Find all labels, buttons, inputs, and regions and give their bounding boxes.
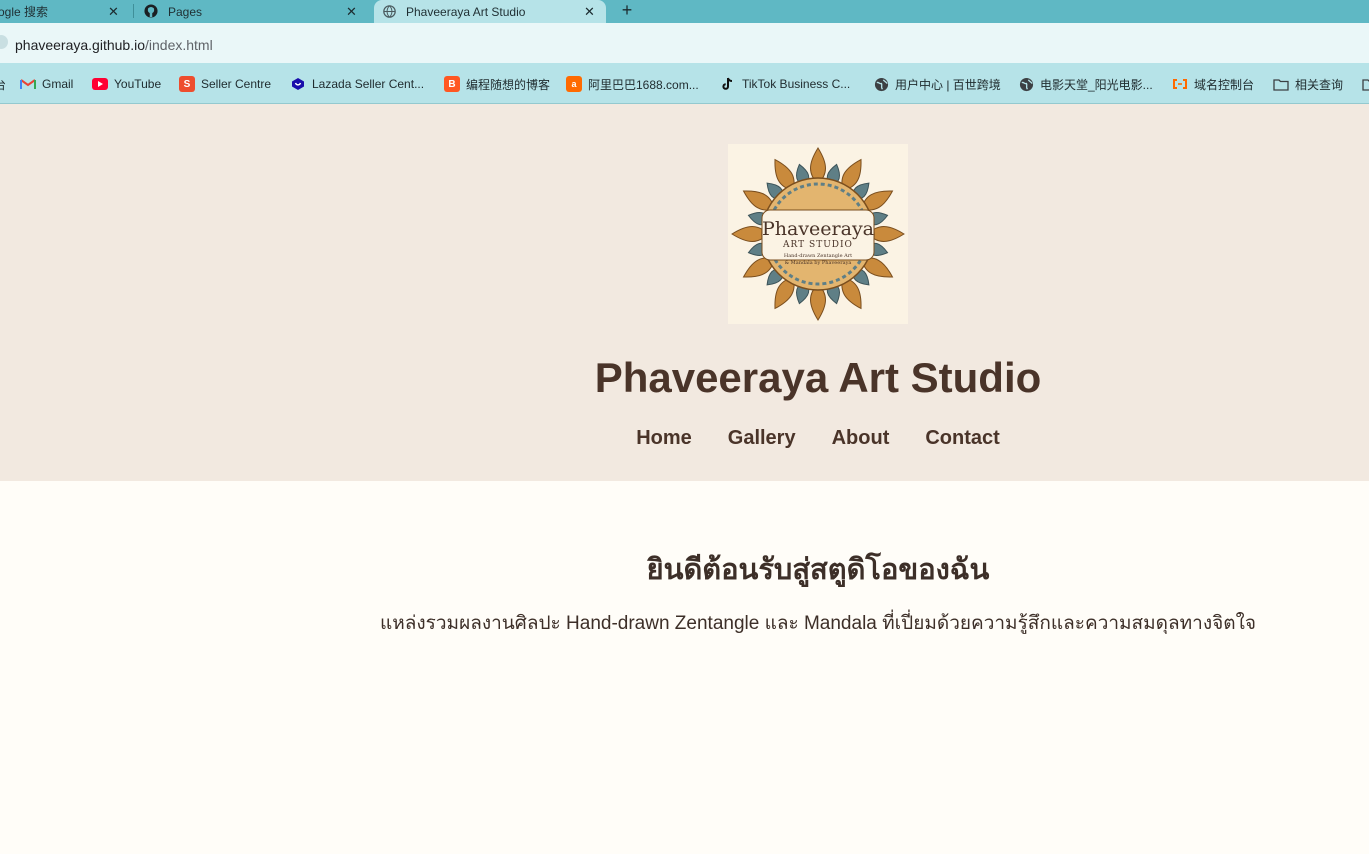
main-content: ยินดีต้อนรับสู่สตูดิโอของฉัน แหล่งรวมผลง…: [0, 481, 1369, 854]
bookmark-gmail[interactable]: Gmail: [20, 75, 73, 93]
globe-icon: [1018, 76, 1034, 92]
nav-home[interactable]: Home: [636, 427, 692, 450]
logo-title: Phaveeraya: [762, 218, 874, 240]
welcome-subtitle: แหล่งรวมผลงานศิลปะ Hand-drawn Zentangle …: [379, 613, 1257, 634]
lazada-icon: [290, 76, 306, 92]
bookmark-alibaba[interactable]: a 阿里巴巴1688.com...: [566, 75, 699, 93]
site-info-icon[interactable]: [0, 35, 8, 49]
globe-icon: [383, 5, 396, 18]
bookmark-blog[interactable]: B 编程随想的博客: [444, 75, 550, 93]
alibaba-icon: a: [566, 76, 582, 92]
bookmark-tiktok[interactable]: TikTok Business C...: [720, 75, 850, 93]
url-host: phaveeraya.github.io: [15, 37, 145, 53]
logo-subtitle: ART STUDIO: [782, 240, 853, 250]
main-nav: Home Gallery About Contact: [618, 427, 1018, 450]
aliyun-icon: [1172, 76, 1188, 92]
tab-title: ogle 搜索: [0, 5, 49, 19]
tab-phaveeraya-active[interactable]: Phaveeraya Art Studio ✕: [374, 0, 606, 23]
folder-icon: [1362, 76, 1369, 92]
bookmark-user-center[interactable]: 用户中心 | 百世跨境: [873, 75, 1001, 93]
bookmark-label: TikTok Business C...: [742, 77, 851, 91]
bookmark-label: Gmail: [42, 77, 74, 91]
bookmark-partial-icon[interactable]: 台: [0, 75, 6, 93]
logo-tagline-1: Hand-drawn Zentangle Art: [784, 253, 852, 259]
url-path: /index.html: [145, 37, 213, 53]
tab-pages[interactable]: Pages ✕: [136, 0, 370, 23]
bookmark-label: 用户中心 | 百世跨境: [895, 77, 1001, 92]
nav-gallery[interactable]: Gallery: [728, 427, 796, 450]
site-header: Phaveeraya ART STUDIO Hand-drawn Zentang…: [0, 104, 1369, 481]
bookmark-domain-console[interactable]: 域名控制台: [1172, 75, 1254, 93]
github-icon: [144, 4, 158, 18]
bookmark-label: Lazada Seller Cent...: [312, 77, 425, 91]
tab-divider: [133, 4, 134, 18]
bookmark-seller-centre[interactable]: S Seller Centre: [179, 75, 271, 93]
tab-title: Phaveeraya Art Studio: [406, 4, 526, 19]
bookmark-movie-heaven[interactable]: 电影天堂_阳光电影...: [1018, 75, 1153, 93]
site-title: Phaveeraya Art Studio: [594, 354, 1042, 401]
bookmark-overflow-folder[interactable]: [1362, 75, 1369, 93]
bookmark-label: 编程随想的博客: [466, 77, 551, 92]
globe-icon: [873, 76, 889, 92]
bookmark-label: 相关查询: [1295, 77, 1344, 92]
close-tab-icon[interactable]: ✕: [584, 4, 595, 20]
bookmark-folder-related[interactable]: 相关查询: [1273, 75, 1343, 93]
tab-title: Pages: [168, 4, 203, 19]
bookmark-youtube[interactable]: YouTube: [92, 75, 161, 93]
close-tab-icon[interactable]: ✕: [108, 4, 119, 20]
folder-icon: [1273, 76, 1289, 92]
tab-google-search[interactable]: ogle 搜索 ✕: [0, 0, 132, 23]
nav-contact[interactable]: Contact: [925, 427, 999, 450]
bookmark-label: 域名控制台: [1194, 77, 1255, 92]
studio-logo[interactable]: Phaveeraya ART STUDIO Hand-drawn Zentang…: [728, 144, 908, 324]
mandala-logo-image: Phaveeraya ART STUDIO Hand-drawn Zentang…: [728, 144, 908, 324]
url-field[interactable]: phaveeraya.github.io/index.html: [15, 37, 213, 53]
bookmark-label: 阿里巴巴1688.com...: [588, 77, 699, 92]
shopee-icon: S: [179, 76, 195, 92]
youtube-icon: [92, 78, 108, 90]
logo-tagline-2: & Mandala by Phaveeraya: [785, 260, 852, 266]
bookmark-label: YouTube: [114, 77, 162, 91]
close-tab-icon[interactable]: ✕: [346, 4, 357, 20]
bookmark-label: 电影天堂_阳光电影...: [1040, 77, 1153, 92]
tab-strip: ogle 搜索 ✕ Pages ✕ Phaveeraya Art Studio …: [0, 0, 1369, 23]
welcome-heading: ยินดีต้อนรับสู่สตูดิโอของฉัน: [646, 554, 990, 586]
nav-about[interactable]: About: [832, 427, 890, 450]
bookmark-lazada[interactable]: Lazada Seller Cent...: [290, 75, 424, 93]
new-tab-button[interactable]: +: [618, 0, 636, 23]
bookmark-label: Seller Centre: [201, 77, 272, 91]
address-bar: phaveeraya.github.io/index.html: [0, 23, 1369, 63]
tiktok-icon: [720, 76, 736, 92]
gmail-icon: [20, 76, 36, 92]
bookmarks-bar: 台 Gmail YouTube S Seller Centre Lazada S…: [0, 63, 1369, 104]
blogger-icon: B: [444, 76, 460, 92]
